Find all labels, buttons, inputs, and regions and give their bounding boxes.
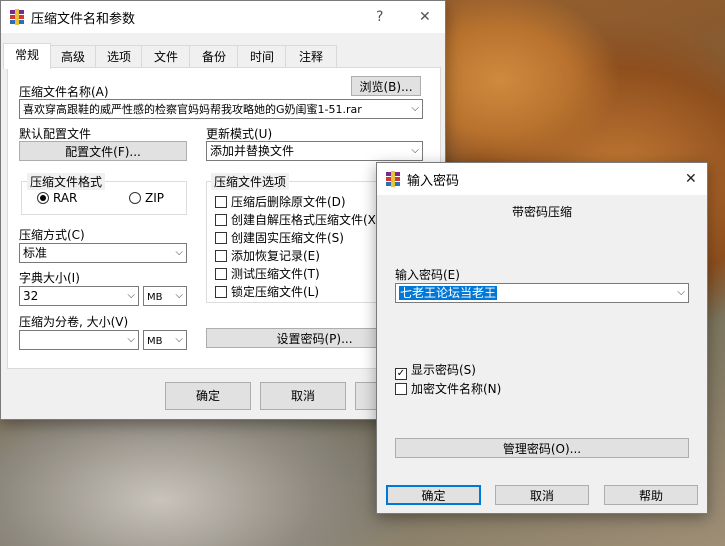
profile-button[interactable]: 配置文件(F)... — [19, 141, 187, 161]
tab-advanced[interactable]: 高级 — [49, 45, 97, 68]
format-group-label: 压缩文件格式 — [27, 173, 106, 190]
option-label: 创建固实压缩文件(S) — [231, 231, 344, 245]
tab-backup[interactable]: 备份 — [189, 45, 239, 68]
options-group-label: 压缩文件选项 — [211, 173, 290, 190]
password-titlebar: 输入密码 — [377, 163, 707, 195]
checkbox-icon — [215, 232, 227, 244]
checkbox-icon — [215, 214, 227, 226]
winrar-icon — [386, 171, 400, 187]
archive-name-value: 喜欢穿高跟鞋的威严性感的检察官妈妈帮我攻略她的G奶闺蜜1-51.rar — [23, 103, 362, 116]
chevron-down-icon: ⌵ — [411, 103, 419, 114]
dict-size-combo[interactable]: 32 ⌵ — [19, 286, 139, 306]
password-value: 七老王论坛当老王 — [399, 286, 498, 300]
option-test[interactable]: 测试压缩文件(T) — [215, 265, 320, 282]
tab-general[interactable]: 常规 — [3, 43, 51, 69]
main-cancel-button[interactable]: 取消 — [260, 382, 346, 410]
archive-name-combo[interactable]: 喜欢穿高跟鞋的威严性感的检察官妈妈帮我攻略她的G奶闺蜜1-51.rar ⌵ — [19, 99, 423, 119]
main-ok-button[interactable]: 确定 — [165, 382, 251, 410]
chevron-down-icon: ⌵ — [127, 334, 135, 345]
checkbox-icon — [215, 196, 227, 208]
password-help-button[interactable]: 帮助 — [604, 485, 698, 505]
password-heading: 带密码压缩 — [511, 205, 572, 219]
option-label: 添加恢复记录(E) — [231, 249, 320, 263]
method-select[interactable]: 标准 ⌵ — [19, 243, 187, 263]
split-label: 压缩为分卷, 大小(V) — [19, 315, 129, 329]
chevron-down-icon: ⌵ — [411, 145, 419, 156]
option-delete-after[interactable]: 压缩后删除原文件(D) — [215, 193, 346, 210]
show-password-checkbox[interactable]: ✓ 显示密码(S) — [395, 361, 476, 380]
radio-off-icon — [129, 192, 141, 204]
chevron-down-icon: ⌵ — [175, 334, 183, 345]
encrypt-names-checkbox[interactable]: 加密文件名称(N) — [395, 380, 501, 397]
show-password-label: 显示密码(S) — [411, 363, 476, 377]
tab-comment[interactable]: 注释 — [285, 45, 337, 68]
browse-button[interactable]: 浏览(B)... — [351, 76, 421, 96]
tab-options[interactable]: 选项 — [95, 45, 143, 68]
option-label: 压缩后删除原文件(D) — [231, 195, 346, 209]
option-label: 测试压缩文件(T) — [231, 267, 320, 281]
chevron-down-icon: ⌵ — [175, 290, 183, 301]
option-recovery[interactable]: 添加恢复记录(E) — [215, 247, 320, 264]
checkbox-icon — [215, 250, 227, 262]
main-dialog-title: 压缩文件名和参数 — [31, 11, 136, 27]
split-unit: MB — [147, 336, 163, 347]
password-label: 输入密码(E) — [395, 268, 460, 282]
checkbox-icon — [215, 268, 227, 280]
format-zip-radio[interactable]: ZIP — [129, 191, 164, 205]
split-size-combo[interactable]: ⌵ — [19, 330, 139, 350]
dict-unit: MB — [147, 292, 163, 303]
option-label: 锁定压缩文件(L) — [231, 285, 320, 299]
format-zip-label: ZIP — [145, 191, 164, 205]
option-solid[interactable]: 创建固实压缩文件(S) — [215, 229, 344, 246]
update-mode-select[interactable]: 添加并替换文件 ⌵ — [206, 141, 423, 161]
close-icon[interactable]: ✕ — [419, 9, 431, 25]
format-rar-label: RAR — [53, 191, 78, 205]
checkbox-icon — [395, 383, 407, 395]
archive-name-label: 压缩文件名称(A) — [19, 85, 109, 99]
update-mode-value: 添加并替换文件 — [210, 144, 295, 158]
dict-label: 字典大小(I) — [19, 271, 80, 285]
radio-on-icon — [37, 192, 49, 204]
update-mode-label: 更新模式(U) — [206, 127, 273, 141]
method-value: 标准 — [23, 246, 48, 260]
checkmark-icon: ✓ — [395, 368, 407, 380]
method-label: 压缩方式(C) — [19, 228, 85, 242]
format-rar-radio[interactable]: RAR — [37, 191, 77, 205]
chevron-down-icon: ⌵ — [127, 290, 135, 301]
dict-value: 32 — [23, 289, 39, 303]
password-dialog-title: 输入密码 — [407, 173, 460, 189]
checkbox-icon — [215, 286, 227, 298]
chevron-down-icon: ⌵ — [175, 247, 183, 258]
split-unit-select[interactable]: MB ⌵ — [143, 330, 187, 350]
close-icon[interactable]: ✕ — [685, 171, 697, 187]
dict-unit-select[interactable]: MB ⌵ — [143, 286, 187, 306]
chevron-down-icon: ⌵ — [677, 287, 685, 298]
option-lock[interactable]: 锁定压缩文件(L) — [215, 283, 319, 300]
password-cancel-button[interactable]: 取消 — [495, 485, 589, 505]
option-label: 创建自解压格式压缩文件(X) — [231, 213, 381, 227]
help-title-button[interactable]: ? — [376, 9, 383, 25]
password-dialog: 输入密码 ✕ 带密码压缩 输入密码(E) 七老王论坛当老王 ⌵ ✓ 显示密码(S)… — [376, 162, 708, 514]
password-ok-button[interactable]: 确定 — [386, 485, 481, 505]
encrypt-names-label: 加密文件名称(N) — [411, 382, 502, 396]
option-sfx[interactable]: 创建自解压格式压缩文件(X) — [215, 211, 381, 228]
default-profile-label: 默认配置文件 — [19, 127, 92, 141]
tab-files[interactable]: 文件 — [141, 45, 191, 68]
winrar-icon — [10, 9, 24, 25]
tab-time[interactable]: 时间 — [237, 45, 287, 68]
manage-passwords-button[interactable]: 管理密码(O)... — [395, 438, 689, 458]
password-input[interactable]: 七老王论坛当老王 ⌵ — [395, 283, 689, 303]
